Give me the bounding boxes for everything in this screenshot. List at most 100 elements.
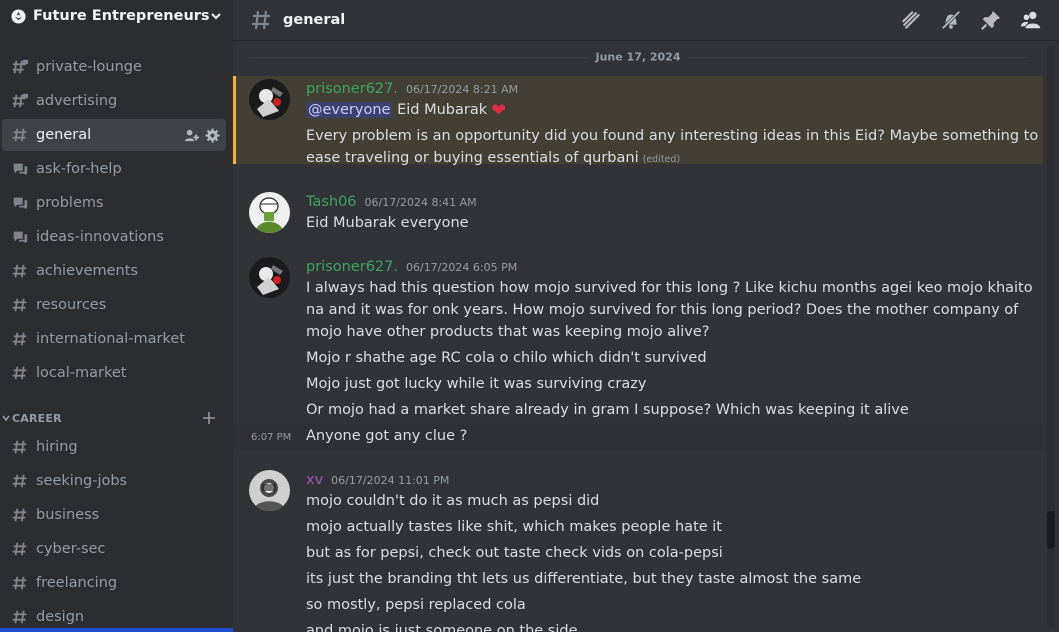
message-line: ease traveling or buying essentials of q… [306,147,680,171]
date-divider-label: June 17, 2024 [589,50,687,64]
message-header: xv 06/17/2024 11:01 PM [306,472,449,488]
chevron-down-icon[interactable] [209,9,223,23]
hash-icon [10,295,30,315]
message-author[interactable]: prisoner627. [306,259,398,275]
sidebar-bottom-bar [0,628,233,632]
message-author[interactable]: xv [306,472,323,488]
message-timestamp: 06/17/2024 6:05 PM [405,261,518,274]
hash-lock-icon [10,57,30,77]
message-line: mojo have other products that was keepin… [306,324,710,340]
sidebar-item-label: ideas-innovations [36,229,164,245]
sidebar-item-label: ask-for-help [36,161,122,177]
message-line: and mojo is just someone on the side [306,623,578,632]
sidebar-item-advertising[interactable]: advertising [2,85,226,117]
edited-label: (edited) [642,154,681,165]
channel-sidebar: Future Entrepreneurs... private-lounge a… [0,0,233,632]
server-icon [10,8,26,24]
sidebar-item-label: private-lounge [36,59,142,75]
partial-channel-row [0,32,233,47]
forum-icon [10,159,30,179]
message-line: mojo actually tastes like shit, which ma… [306,519,722,535]
sidebar-item-label: general [36,127,92,143]
forum-icon [10,227,30,247]
message-line: Eid Mubarak everyone [306,215,469,231]
message-line: its just the branding tht lets us differ… [306,571,862,587]
avatar[interactable] [249,79,290,120]
sidebar-item-achievements[interactable]: achievements [2,255,226,287]
plus-icon[interactable] [202,411,216,425]
sidebar-item-problems[interactable]: problems [2,187,226,219]
sidebar-item-local-market[interactable]: local-market [2,357,226,389]
sidebar-item-label: resources [36,297,107,313]
message-text: ease traveling or buying essentials of q… [306,150,639,166]
avatar[interactable] [249,257,290,298]
scrollbar[interactable] [1043,41,1059,632]
notification-muted-icon[interactable] [939,8,963,32]
message-text: Eid Mubarak [397,102,488,118]
message-line: Every problem is an opportunity did you … [306,128,1039,144]
sidebar-item-general[interactable]: general [2,119,226,151]
hash-icon [10,539,30,559]
sidebar-item-international-market[interactable]: international-market [2,323,226,355]
message-list: June 17, 2024 prisoner627. 06/17/2024 8:… [233,41,1043,632]
hash-icon [10,125,30,145]
pin-icon[interactable] [979,8,1003,32]
avatar[interactable] [249,470,290,511]
sidebar-item-seeking-jobs[interactable]: seeking-jobs [2,465,226,497]
sidebar-item-resources[interactable]: resources [2,289,226,321]
message-line: so mostly, pepsi replaced cola [306,597,526,613]
category-career[interactable]: CAREER [0,408,226,428]
message-timestamp: 06/17/2024 8:21 AM [405,83,519,96]
hash-icon [10,363,30,383]
gear-icon[interactable] [205,127,220,143]
hash-icon [10,261,30,281]
message-line: Anyone got any clue ? [306,428,468,444]
sidebar-item-business[interactable]: business [2,499,226,531]
message-line: @everyone Eid Mubarak ❤ [306,99,506,122]
message-header: prisoner627. 06/17/2024 8:21 AM [306,81,518,97]
message-timestamp: 06/17/2024 11:01 PM [331,474,450,487]
sidebar-item-ask-for-help[interactable]: ask-for-help [2,153,226,185]
hash-icon [10,471,30,491]
sidebar-item-label: design [36,609,85,625]
message-line: but as for pepsi, check out taste check … [306,545,723,561]
chevron-down-icon [2,415,10,422]
sidebar-item-label: advertising [36,93,118,109]
sidebar-item-label: hiring [36,439,78,455]
server-name: Future Entrepreneurs... [33,8,209,24]
message-author[interactable]: Tash06 [306,194,357,210]
hash-icon [10,329,30,349]
scrollbar-thumb[interactable] [1047,511,1055,549]
message-line: Mojo just got lucky while it was survivi… [306,376,647,392]
hash-icon [10,437,30,457]
sidebar-item-label: cyber-sec [36,541,106,557]
message-line: na and it was for onk years. How mojo su… [306,302,1019,318]
hash-lock-icon [10,91,30,111]
message-line: mojo couldn't do it as much as pepsi did [306,493,600,509]
hash-icon [10,607,30,627]
avatar[interactable] [249,192,290,233]
threads-icon[interactable] [899,8,923,32]
sidebar-item-cyber-sec[interactable]: cyber-sec [2,533,226,565]
sidebar-item-label: business [36,507,100,523]
sidebar-item-freelancing[interactable]: freelancing [2,567,226,599]
members-icon[interactable] [1019,8,1043,32]
hash-icon [10,573,30,593]
sidebar-item-label: problems [36,195,104,211]
invite-icon[interactable] [184,128,199,143]
channel-header: general [233,0,1059,41]
forum-icon [10,193,30,213]
sidebar-item-private-lounge[interactable]: private-lounge [2,51,226,83]
sidebar-item-hiring[interactable]: hiring [2,431,226,463]
sidebar-item-label: seeking-jobs [36,473,128,489]
sidebar-item-ideas-innovations[interactable]: ideas-innovations [2,221,226,253]
everyone-mention[interactable]: @everyone [306,102,393,118]
hover-timestamp: 6:07 PM [251,432,292,443]
sidebar-item-label: achievements [36,263,138,279]
message-author[interactable]: prisoner627. [306,81,398,97]
date-divider: June 17, 2024 [249,50,1027,64]
sidebar-item-label: local-market [36,365,127,381]
server-header[interactable]: Future Entrepreneurs... [0,0,233,32]
sidebar-item-label: international-market [36,331,185,347]
message-line: Or mojo had a market share already in gr… [306,402,909,418]
